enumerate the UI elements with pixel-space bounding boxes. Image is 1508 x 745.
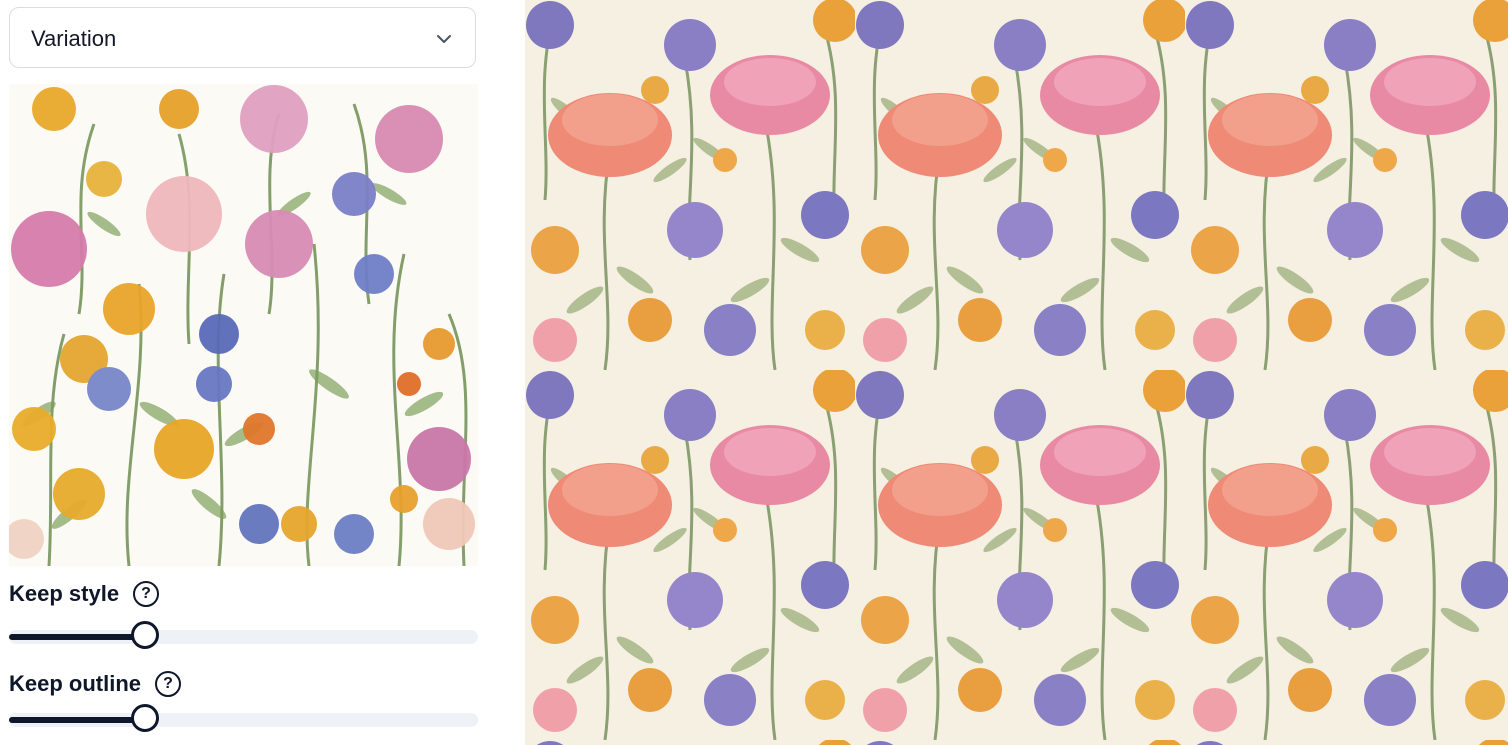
generated-pattern-canvas[interactable] <box>525 0 1508 745</box>
reference-image-thumbnail[interactable] <box>9 84 478 566</box>
slider-handle[interactable] <box>131 704 159 732</box>
keep-style-label: Keep style <box>9 581 120 606</box>
variation-select-value: Variation <box>31 26 117 51</box>
slider-handle[interactable] <box>131 621 159 649</box>
keep-outline-label: Keep outline <box>9 671 142 696</box>
floral-reference-image <box>9 84 478 566</box>
keep-outline-slider[interactable] <box>9 704 478 732</box>
help-circle-glyph: ? <box>163 675 173 692</box>
slider-fill <box>9 634 145 640</box>
chevron-down-icon <box>437 35 451 43</box>
keep-style-slider[interactable] <box>9 621 478 649</box>
generated-floral-pattern <box>525 0 1508 745</box>
keep-outline-row: Keep outline ? <box>9 671 182 697</box>
help-circle-icon[interactable]: ? <box>155 671 182 697</box>
variation-select[interactable]: Variation <box>9 7 476 68</box>
keep-style-row: Keep style ? <box>9 581 160 607</box>
help-circle-glyph: ? <box>141 585 151 602</box>
help-circle-icon[interactable]: ? <box>133 581 160 607</box>
control-sidebar: Variation Keep style ? Keep outline ? <box>0 0 498 745</box>
slider-fill <box>9 717 145 723</box>
